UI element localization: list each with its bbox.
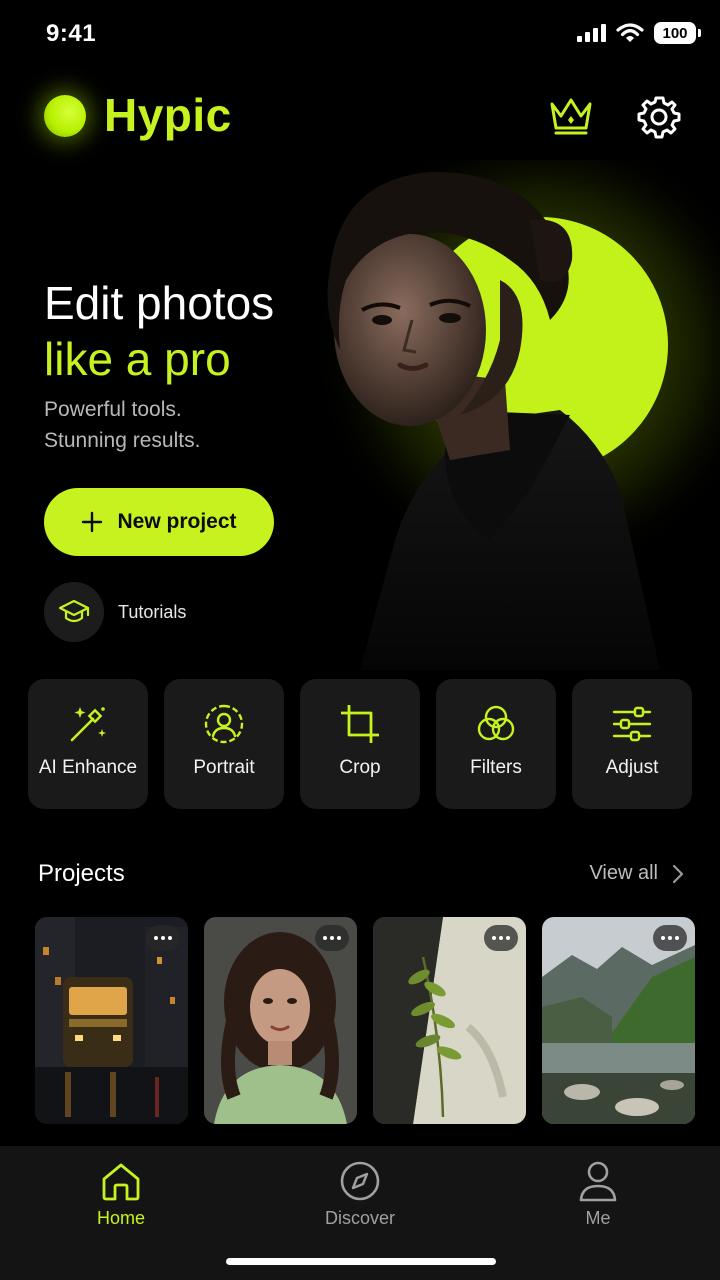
project-thumbnail[interactable]	[542, 917, 695, 1124]
hero-image	[310, 160, 720, 670]
home-indicator	[226, 1258, 496, 1265]
more-options-button[interactable]	[146, 925, 180, 951]
tool-portrait[interactable]: Portrait	[164, 679, 284, 809]
new-project-label: New project	[117, 510, 237, 533]
tutorials-label: Tutorials	[118, 601, 187, 622]
new-project-button[interactable]: New project	[44, 488, 274, 556]
wifi-icon	[616, 23, 644, 42]
logo-icon	[44, 95, 86, 137]
hero-title-line1: Edit photos	[44, 277, 275, 329]
tool-label: Filters	[470, 757, 522, 778]
projects-title: Projects	[38, 860, 125, 887]
settings-button[interactable]	[636, 94, 682, 140]
more-options-button[interactable]	[484, 925, 518, 951]
hero-title-line2: like a pro	[44, 333, 231, 385]
tab-home[interactable]: Home	[51, 1160, 191, 1229]
project-thumbnail[interactable]	[204, 917, 357, 1124]
tool-crop[interactable]: Crop	[300, 679, 420, 809]
crown-icon	[550, 98, 592, 135]
tab-discover[interactable]: Discover	[290, 1160, 430, 1229]
status-bar: 9:41 100	[0, 0, 720, 72]
status-indicators: 100	[576, 22, 701, 44]
project-thumbnail[interactable]	[373, 917, 526, 1124]
magic-wand-icon	[70, 707, 106, 742]
tutorials-link[interactable]: Tutorials	[44, 582, 186, 642]
battery-level: 100	[662, 24, 688, 42]
tools-row: AI Enhance Portrait Crop Filters Adjust	[28, 679, 692, 809]
home-icon	[102, 1163, 140, 1201]
tab-label: Me	[585, 1208, 611, 1228]
sliders-icon	[612, 706, 652, 742]
tool-ai-enhance[interactable]: AI Enhance	[28, 679, 148, 809]
signal-icon	[577, 24, 606, 42]
view-all-link[interactable]: View all	[589, 862, 684, 885]
crop-icon	[341, 705, 379, 743]
compass-icon	[340, 1161, 380, 1201]
hero-subtitle-line1: Powerful tools.	[44, 398, 182, 421]
gear-icon	[637, 96, 681, 139]
view-all-label: View all	[589, 862, 658, 884]
user-icon	[579, 1161, 617, 1202]
tab-label: Discover	[324, 1208, 395, 1228]
project-thumbnail[interactable]	[35, 917, 188, 1124]
tool-adjust[interactable]: Adjust	[572, 679, 692, 809]
home-screen: 9:41 100 Hypic Edit photos like a pro Po…	[0, 0, 720, 1280]
graduation-cap-icon	[58, 599, 90, 623]
battery-icon: 100	[654, 22, 701, 44]
premium-button[interactable]	[548, 94, 594, 138]
more-options-button[interactable]	[653, 925, 687, 951]
plus-icon	[82, 511, 103, 533]
tab-me[interactable]: Me	[528, 1160, 668, 1229]
app-name: Hypic	[104, 89, 232, 141]
filters-icon	[477, 705, 515, 741]
hero-subtitle-line2: Stunning results.	[44, 429, 201, 452]
tool-label: Portrait	[193, 757, 255, 778]
status-time: 9:41	[46, 20, 97, 47]
projects-list	[35, 917, 695, 1124]
tab-label: Home	[96, 1208, 145, 1228]
tool-label: AI Enhance	[38, 757, 138, 778]
tutorials-icon-wrap	[44, 582, 104, 642]
tool-filters[interactable]: Filters	[436, 679, 556, 809]
tool-label: Crop	[339, 757, 381, 778]
tool-label: Adjust	[605, 757, 659, 778]
chevron-right-icon	[672, 864, 684, 883]
portrait-icon	[204, 704, 244, 744]
more-options-button[interactable]	[315, 925, 349, 951]
